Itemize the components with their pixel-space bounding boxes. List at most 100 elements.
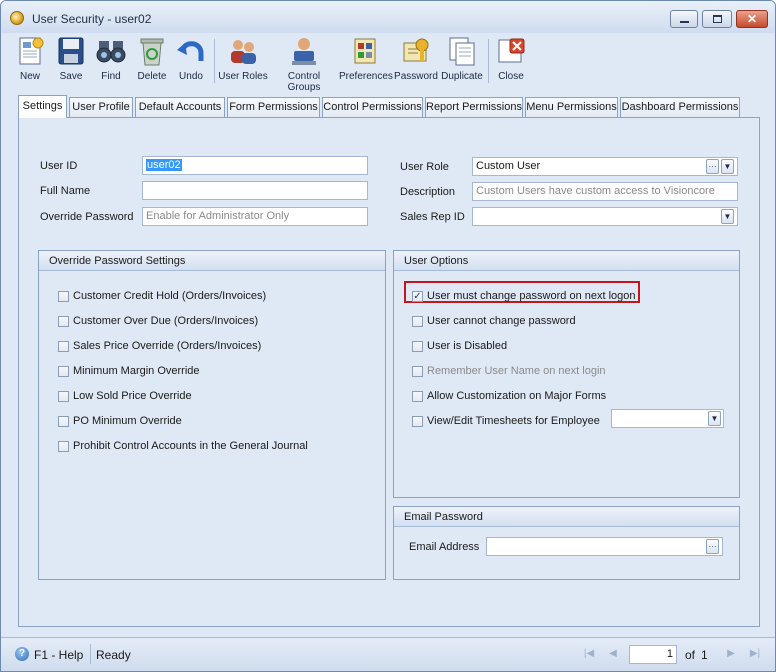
undo-label: Undo: [179, 71, 203, 82]
binoculars-icon: [95, 35, 127, 67]
checkbox-label: Remember User Name on next login: [427, 365, 606, 377]
find-button[interactable]: Find: [91, 35, 131, 89]
tab-report-permissions[interactable]: Report Permissions: [425, 97, 523, 117]
find-label: Find: [101, 71, 121, 82]
settings-panel: User ID user02 Full Name Override Passwo…: [18, 117, 760, 627]
control-groups-button[interactable]: Control Groups: [271, 35, 337, 93]
checkbox-label: Prohibit Control Accounts in the General…: [73, 440, 308, 452]
user-options-group: User Options ✓ User must change password…: [393, 250, 740, 498]
user-option-timesheets[interactable]: View/Edit Timesheets for Employee: [412, 414, 600, 428]
override-password-field[interactable]: Enable for Administrator Only: [142, 207, 368, 226]
checkbox[interactable]: [58, 415, 69, 427]
sales-rep-label: Sales Rep ID: [400, 211, 465, 223]
override-option-3[interactable]: Minimum Margin Override: [58, 364, 200, 378]
checkbox[interactable]: [412, 415, 423, 427]
tab-dashboard-permissions[interactable]: Dashboard Permissions: [620, 97, 740, 117]
user-roles-label: User Roles: [218, 71, 268, 82]
control-groups-label: Control Groups: [287, 71, 321, 93]
delete-label: Delete: [137, 71, 167, 82]
maximize-button[interactable]: [702, 10, 732, 28]
override-option-4[interactable]: Low Sold Price Override: [58, 389, 192, 403]
minimize-icon: [679, 21, 689, 23]
sales-rep-select[interactable]: ▼: [472, 207, 738, 226]
help-hint[interactable]: F1 - Help: [34, 648, 83, 662]
duplicate-button[interactable]: Duplicate: [440, 35, 484, 89]
tab-control-permissions[interactable]: Control Permissions: [322, 97, 423, 117]
user-role-select[interactable]: Custom User ··· ▼: [472, 157, 738, 176]
full-name-field[interactable]: [142, 181, 368, 200]
last-record-icon[interactable]: ▶|: [747, 647, 763, 661]
checkbox-checked[interactable]: ✓: [412, 290, 423, 302]
status-divider: [90, 644, 91, 664]
override-option-6[interactable]: Prohibit Control Accounts in the General…: [58, 439, 308, 453]
next-record-icon[interactable]: ▶: [723, 647, 739, 661]
user-option-allow-customization[interactable]: Allow Customization on Major Forms: [412, 389, 606, 403]
user-id-value: user02: [146, 159, 182, 171]
tab-menu-permissions[interactable]: Menu Permissions: [525, 97, 618, 117]
new-button[interactable]: New: [11, 35, 49, 89]
checkbox-label: Customer Over Due (Orders/Invoices): [73, 315, 259, 327]
email-address-field[interactable]: ···: [486, 537, 723, 556]
minimize-button[interactable]: [670, 10, 698, 28]
user-id-field[interactable]: user02: [142, 156, 368, 175]
first-record-icon[interactable]: |◀: [581, 647, 597, 661]
email-address-label: Email Address: [409, 541, 480, 553]
user-role-dropdown-icon[interactable]: ▼: [721, 159, 734, 174]
user-option-must-change-password[interactable]: ✓ User must change password on next logo…: [412, 289, 636, 303]
undo-button[interactable]: Undo: [173, 35, 209, 89]
title-bar: User Security - user02 ✕: [1, 1, 775, 33]
employee-dropdown-icon[interactable]: ▼: [708, 411, 721, 426]
checkbox-label: Minimum Margin Override: [73, 365, 200, 377]
checkbox[interactable]: [58, 340, 69, 352]
close-form-icon: [495, 35, 527, 67]
tab-settings[interactable]: Settings: [18, 95, 67, 118]
user-role-lookup-button[interactable]: ···: [706, 159, 719, 174]
tab-strip: Settings User Profile Default Accounts F…: [18, 95, 775, 118]
save-button[interactable]: Save: [52, 35, 90, 89]
override-password-label: Override Password: [40, 211, 134, 223]
checkbox-label: Customer Credit Hold (Orders/Invoices): [73, 290, 267, 302]
delete-button[interactable]: Delete: [133, 35, 171, 89]
user-option-disabled[interactable]: User is Disabled: [412, 339, 507, 353]
sales-rep-dropdown-icon[interactable]: ▼: [721, 209, 734, 224]
checkbox-label: User must change password on next logon: [427, 290, 636, 302]
override-option-2[interactable]: Sales Price Override (Orders/Invoices): [58, 339, 261, 353]
tab-form-permissions[interactable]: Form Permissions: [227, 97, 320, 117]
override-option-0[interactable]: Customer Credit Hold (Orders/Invoices): [58, 289, 266, 303]
page-number-input[interactable]: 1: [629, 645, 677, 664]
user-role-label: User Role: [400, 161, 449, 173]
description-field[interactable]: Custom Users have custom access to Visio…: [472, 182, 738, 201]
checkbox[interactable]: [58, 440, 69, 452]
email-password-title: Email Password: [394, 507, 739, 527]
checkbox[interactable]: [412, 340, 423, 352]
email-address-lookup-button[interactable]: ···: [706, 539, 719, 554]
user-security-window: User Security - user02 ✕ New Save Find D…: [0, 0, 776, 672]
close-window-button[interactable]: ✕: [736, 10, 768, 28]
preferences-button[interactable]: Preferences: [339, 35, 393, 89]
close-button[interactable]: Close: [491, 35, 531, 89]
checkbox[interactable]: [58, 365, 69, 377]
checkbox[interactable]: [412, 315, 423, 327]
checkbox-label: Allow Customization on Major Forms: [427, 390, 607, 402]
password-button[interactable]: Password: [393, 35, 439, 89]
help-icon[interactable]: ?: [15, 647, 29, 661]
override-option-5[interactable]: PO Minimum Override: [58, 414, 182, 428]
employee-select[interactable]: ▼: [611, 409, 724, 428]
previous-record-icon[interactable]: ◀: [605, 647, 621, 661]
window-title: User Security - user02: [32, 12, 152, 26]
checkbox[interactable]: [58, 290, 69, 302]
recycle-bin-icon: [136, 35, 168, 67]
user-option-cannot-change-password[interactable]: User cannot change password: [412, 314, 576, 328]
override-option-1[interactable]: Customer Over Due (Orders/Invoices): [58, 314, 258, 328]
tab-default-accounts[interactable]: Default Accounts: [135, 97, 225, 117]
user-roles-button[interactable]: User Roles: [217, 35, 269, 89]
user-computer-icon: [288, 35, 320, 67]
checkbox[interactable]: [58, 315, 69, 327]
override-password-settings-group: Override Password Settings Customer Cred…: [38, 250, 386, 580]
checkbox[interactable]: [58, 390, 69, 402]
checkbox[interactable]: [412, 390, 423, 402]
save-label: Save: [59, 71, 83, 82]
app-icon: [10, 11, 24, 25]
user-role-value: Custom User: [476, 160, 541, 172]
tab-user-profile[interactable]: User Profile: [69, 97, 133, 117]
